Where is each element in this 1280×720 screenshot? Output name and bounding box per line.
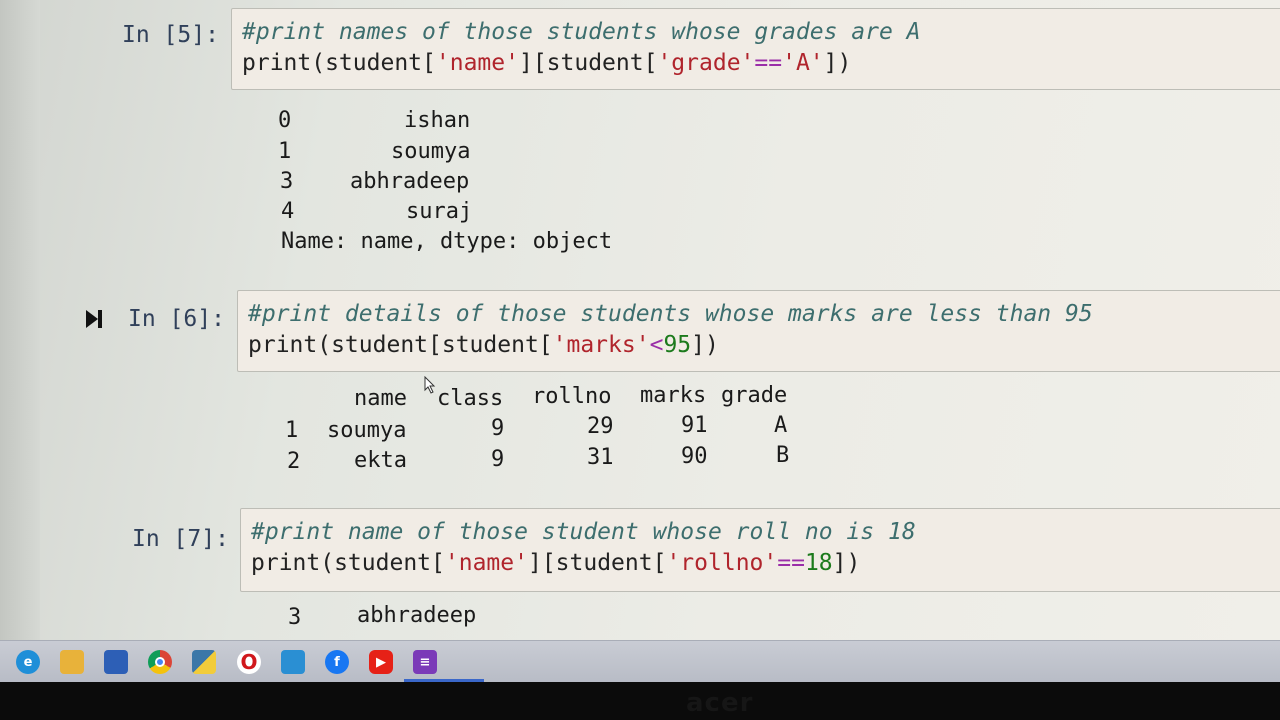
monitor-bezel bbox=[0, 682, 1280, 720]
cell-5-input[interactable]: #print names of those students whose gra… bbox=[231, 8, 1280, 90]
column-header: grade bbox=[721, 383, 788, 408]
cell-7-code: print(student['name'][student['rollno'==… bbox=[251, 550, 861, 576]
cell-6-prompt: In [6]: bbox=[128, 306, 225, 332]
cell-5-prompt: In [5]: bbox=[122, 22, 219, 48]
monitor-brand-logo: acer bbox=[686, 688, 754, 718]
output-index: 3 bbox=[288, 605, 302, 630]
run-cell-icon[interactable] bbox=[84, 308, 104, 330]
notebook-screen: In [5]: #print names of those students w… bbox=[0, 0, 1280, 640]
column-header: class bbox=[437, 386, 504, 411]
table-cell: 90 bbox=[681, 444, 708, 469]
output-value: suraj bbox=[406, 199, 473, 224]
file-explorer-icon[interactable] bbox=[60, 650, 84, 674]
output-index: 1 bbox=[278, 139, 292, 164]
output-index: 0 bbox=[278, 108, 292, 133]
output-value: abhradeep bbox=[357, 603, 477, 628]
table-cell: 9 bbox=[491, 447, 505, 472]
cell-7-prompt: In [7]: bbox=[132, 526, 229, 552]
column-header: rollno bbox=[532, 384, 612, 409]
weather-icon[interactable] bbox=[281, 650, 305, 674]
store-icon[interactable] bbox=[104, 650, 128, 674]
python-icon[interactable] bbox=[192, 650, 216, 674]
windows-taskbar: e O f ▶ ≡ bbox=[0, 640, 1280, 682]
output-index: 4 bbox=[281, 199, 295, 224]
output-value: abhradeep bbox=[350, 169, 470, 194]
left-margin bbox=[0, 0, 40, 640]
column-header: marks bbox=[640, 383, 707, 408]
table-cell: 29 bbox=[587, 414, 614, 439]
table-cell: 9 bbox=[491, 416, 505, 441]
cell-6-comment: #print details of those students whose m… bbox=[248, 301, 1093, 327]
column-header: name bbox=[354, 386, 407, 411]
onenote-icon[interactable]: ≡ bbox=[413, 650, 437, 674]
cell-5-comment: #print names of those students whose gra… bbox=[242, 19, 921, 45]
row-index: 2 bbox=[287, 449, 301, 474]
table-cell: B bbox=[776, 443, 790, 468]
opera-icon[interactable]: O bbox=[237, 650, 261, 674]
mouse-pointer-icon bbox=[424, 376, 436, 394]
table-cell: ekta bbox=[354, 448, 407, 473]
table-cell: 31 bbox=[587, 445, 614, 470]
cell-6-input[interactable]: #print details of those students whose m… bbox=[237, 290, 1280, 372]
edge-icon[interactable]: e bbox=[16, 650, 40, 674]
row-index: 1 bbox=[285, 418, 299, 443]
output-footer: Name: name, dtype: object bbox=[281, 229, 613, 254]
chrome-icon[interactable] bbox=[148, 650, 172, 674]
table-cell: A bbox=[774, 413, 788, 438]
cell-7-input[interactable]: #print name of those student whose roll … bbox=[240, 508, 1280, 592]
facebook-icon[interactable]: f bbox=[325, 650, 349, 674]
cell-5-code: print(student['name'][student['grade'=='… bbox=[242, 50, 852, 76]
table-cell: 91 bbox=[681, 413, 708, 438]
output-value: ishan bbox=[404, 108, 471, 133]
output-index: 3 bbox=[280, 169, 294, 194]
cell-6-code: print(student[student['marks'<95]) bbox=[248, 332, 719, 358]
youtube-icon[interactable]: ▶ bbox=[369, 650, 393, 674]
table-cell: soumya bbox=[327, 418, 407, 443]
output-value: soumya bbox=[391, 139, 471, 164]
cell-7-comment: #print name of those student whose roll … bbox=[251, 519, 916, 545]
